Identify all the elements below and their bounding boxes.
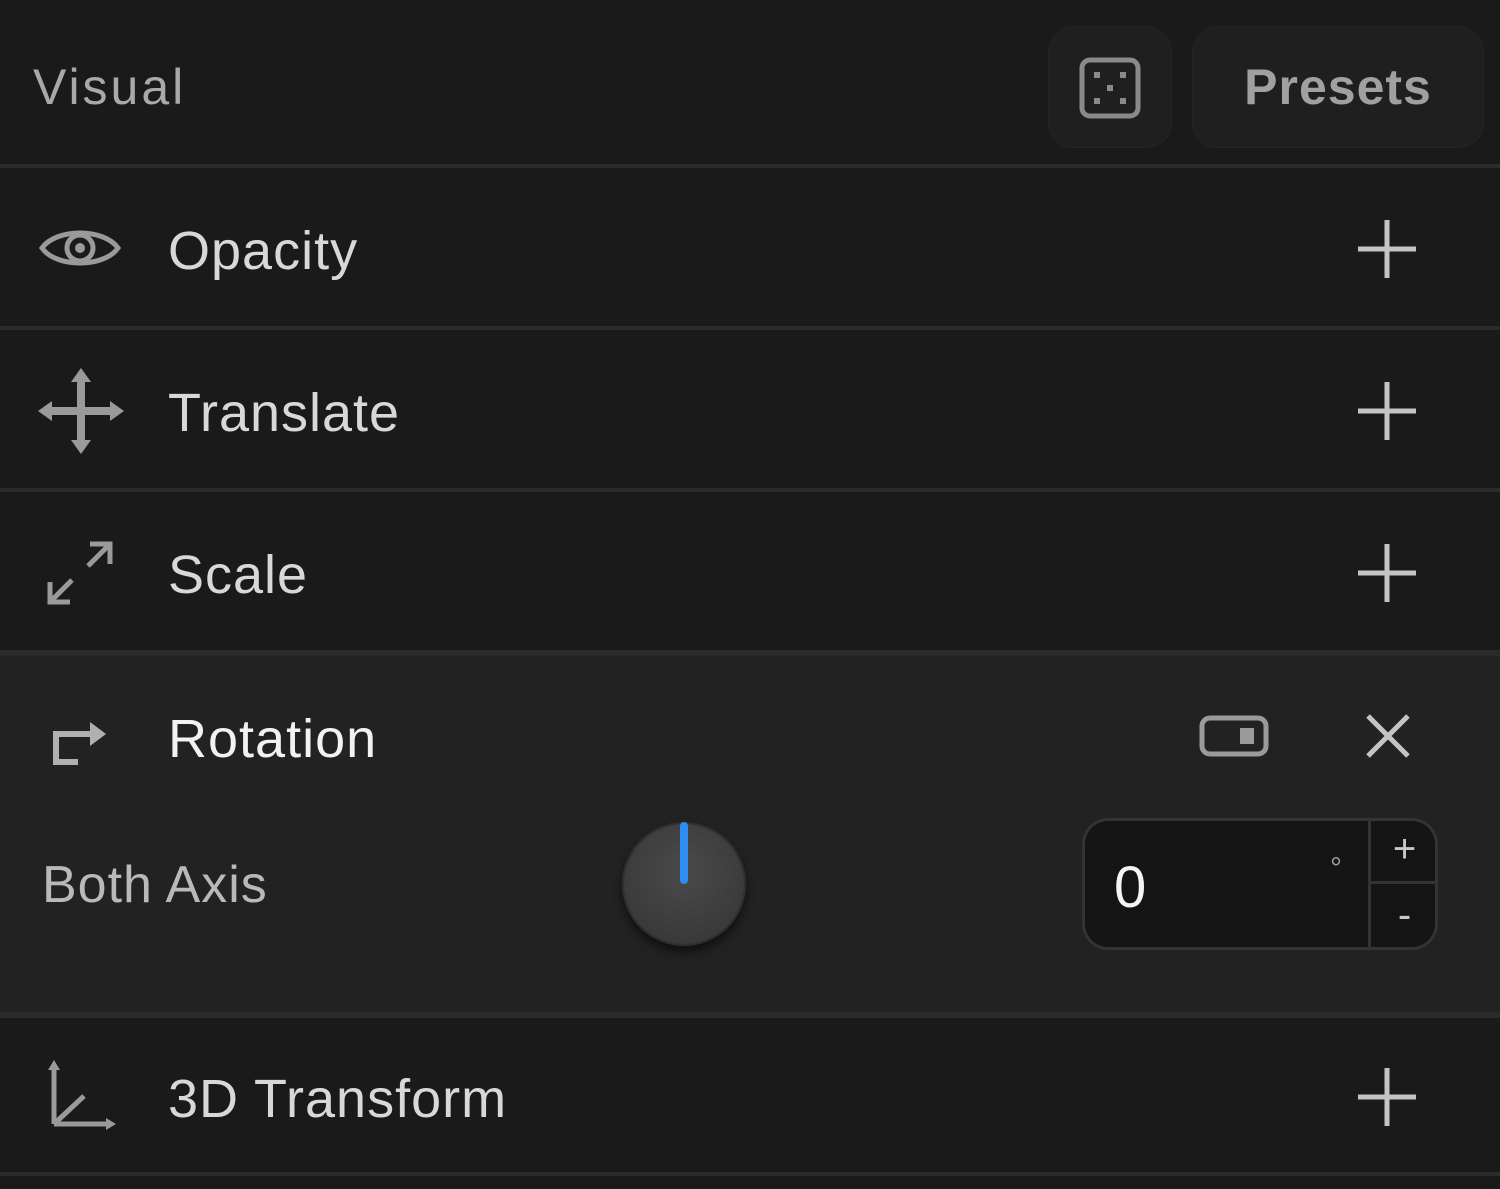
property-row-translate[interactable]: Translate bbox=[0, 330, 1500, 488]
property-label-3d-transform: 3D Transform bbox=[168, 1069, 508, 1129]
eye-icon bbox=[38, 230, 122, 266]
rotation-axis-label: Both Axis bbox=[42, 856, 268, 914]
axes-3d-icon bbox=[48, 1060, 116, 1130]
divider bbox=[0, 1172, 1500, 1176]
property-row-opacity[interactable]: Opacity bbox=[0, 168, 1500, 326]
degree-unit: ° bbox=[1330, 852, 1342, 885]
randomize-button[interactable] bbox=[1048, 26, 1172, 148]
scale-arrows-icon bbox=[47, 541, 113, 605]
plus-icon[interactable] bbox=[1350, 212, 1424, 286]
presets-button[interactable]: Presets bbox=[1192, 26, 1484, 148]
rotation-dial[interactable] bbox=[622, 822, 746, 946]
property-row-scale[interactable]: Scale bbox=[0, 492, 1500, 650]
panel-header: Visual Presets bbox=[0, 0, 1500, 164]
visual-panel: Visual Presets Opacity Translate Scale R… bbox=[0, 0, 1500, 1189]
panel-title: Visual bbox=[33, 59, 187, 115]
move-arrows-icon bbox=[38, 368, 124, 454]
property-row-3d-transform[interactable]: 3D Transform bbox=[0, 1018, 1500, 1172]
rotation-dial-indicator bbox=[680, 822, 688, 884]
property-label-rotation: Rotation bbox=[168, 709, 378, 769]
increment-button[interactable]: + bbox=[1371, 818, 1438, 881]
property-row-rotation[interactable]: Rotation bbox=[0, 656, 1500, 816]
toggle-icon[interactable] bbox=[1198, 714, 1270, 758]
rotation-value[interactable]: 0 bbox=[1114, 854, 1146, 921]
rotation-value-input[interactable]: 0 ° + - bbox=[1082, 818, 1438, 950]
decrement-button[interactable]: - bbox=[1371, 884, 1438, 947]
plus-icon[interactable] bbox=[1350, 374, 1424, 448]
plus-icon[interactable] bbox=[1350, 536, 1424, 610]
dice-icon bbox=[1079, 57, 1141, 119]
close-icon[interactable] bbox=[1358, 706, 1418, 766]
rotate-icon bbox=[53, 722, 106, 765]
property-label-opacity: Opacity bbox=[168, 221, 359, 281]
property-label-translate: Translate bbox=[168, 383, 401, 443]
property-label-scale: Scale bbox=[168, 545, 309, 605]
plus-icon[interactable] bbox=[1350, 1060, 1424, 1134]
